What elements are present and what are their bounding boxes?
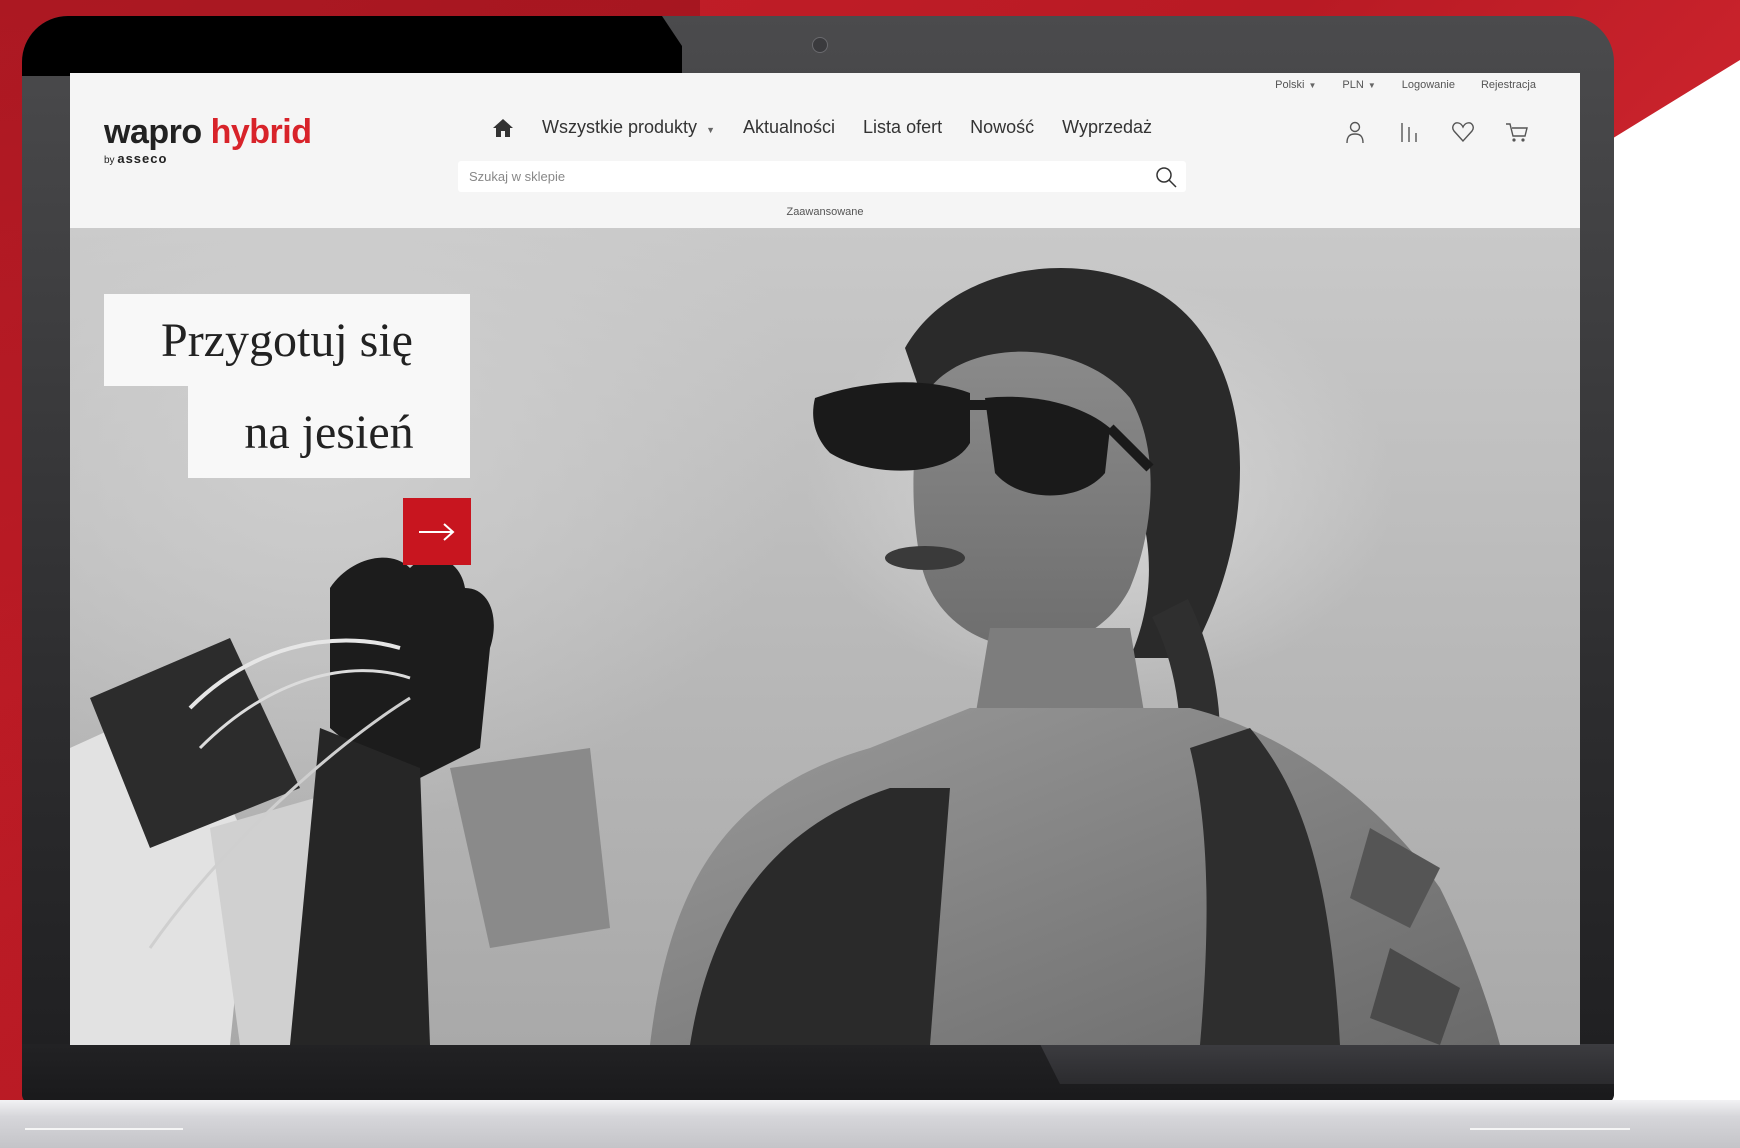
language-label: Polski	[1275, 79, 1305, 91]
logo-byline: by asseco	[104, 151, 311, 166]
site-logo[interactable]: wapro hybrid by asseco	[104, 113, 312, 166]
laptop-base-highlight-left	[25, 1128, 183, 1130]
logo-word-wapro: wapro	[104, 113, 202, 151]
hero-cta-button[interactable]	[403, 498, 471, 565]
user-icon[interactable]	[1342, 119, 1368, 145]
main-navigation: Wszystkie produkty ▼ Aktualności Lista o…	[492, 117, 1152, 138]
currency-label: PLN	[1342, 79, 1364, 91]
webcam-icon	[812, 37, 828, 53]
top-utility-bar: Polski ▼ PLN ▼ Logowanie Rejestracja	[1275, 79, 1536, 91]
currency-select[interactable]: PLN ▼	[1342, 79, 1375, 91]
register-link[interactable]: Rejestracja	[1481, 79, 1536, 91]
laptop-screen: Polski ▼ PLN ▼ Logowanie Rejestracja wap…	[70, 73, 1580, 1045]
chevron-down-icon: ▼	[1308, 80, 1317, 90]
laptop-base	[0, 1100, 1740, 1148]
advanced-search-link: Zaawansowane	[70, 206, 1580, 218]
search-bar	[458, 161, 1186, 192]
hero-headline-line1: Przygotuj się	[161, 313, 413, 367]
site-header: Polski ▼ PLN ▼ Logowanie Rejestracja wap…	[70, 73, 1580, 228]
arrow-right-icon	[419, 522, 455, 541]
compare-icon[interactable]	[1396, 119, 1422, 145]
search-icon[interactable]	[1154, 165, 1178, 189]
laptop-bezel-reflection	[22, 16, 682, 76]
nav-item-all-products[interactable]: Wszystkie produkty ▼	[542, 117, 715, 138]
heart-icon[interactable]	[1450, 119, 1476, 145]
nav-item-offers[interactable]: Lista ofert	[863, 117, 942, 138]
language-select[interactable]: Polski ▼	[1275, 79, 1316, 91]
advanced-search-label[interactable]: Zaawansowane	[786, 206, 863, 218]
logo-word-hybrid: hybrid	[210, 113, 312, 151]
nav-item-sale[interactable]: Wyprzedaż	[1062, 117, 1152, 138]
hero-headline-line2: na jesień	[244, 405, 414, 459]
laptop-base-highlight-right	[1470, 1128, 1630, 1130]
hero-banner[interactable]: Przygotuj się na jesień	[70, 228, 1580, 1045]
header-icons	[1342, 119, 1530, 145]
logo-by: by	[104, 155, 115, 166]
nav-item-news[interactable]: Aktualności	[743, 117, 835, 138]
logo-wordmark: wapro hybrid	[104, 113, 312, 151]
chevron-down-icon: ▼	[706, 125, 715, 135]
nav-item-new[interactable]: Nowość	[970, 117, 1034, 138]
laptop-bezel-facet	[1040, 1044, 1614, 1084]
cart-icon[interactable]	[1504, 119, 1530, 145]
nav-item-label: Wszystkie produkty	[542, 117, 698, 137]
home-icon[interactable]	[492, 118, 514, 138]
login-link[interactable]: Logowanie	[1402, 79, 1455, 91]
logo-brand: asseco	[117, 151, 168, 166]
search-input[interactable]	[458, 161, 1109, 192]
chevron-down-icon: ▼	[1367, 80, 1376, 90]
